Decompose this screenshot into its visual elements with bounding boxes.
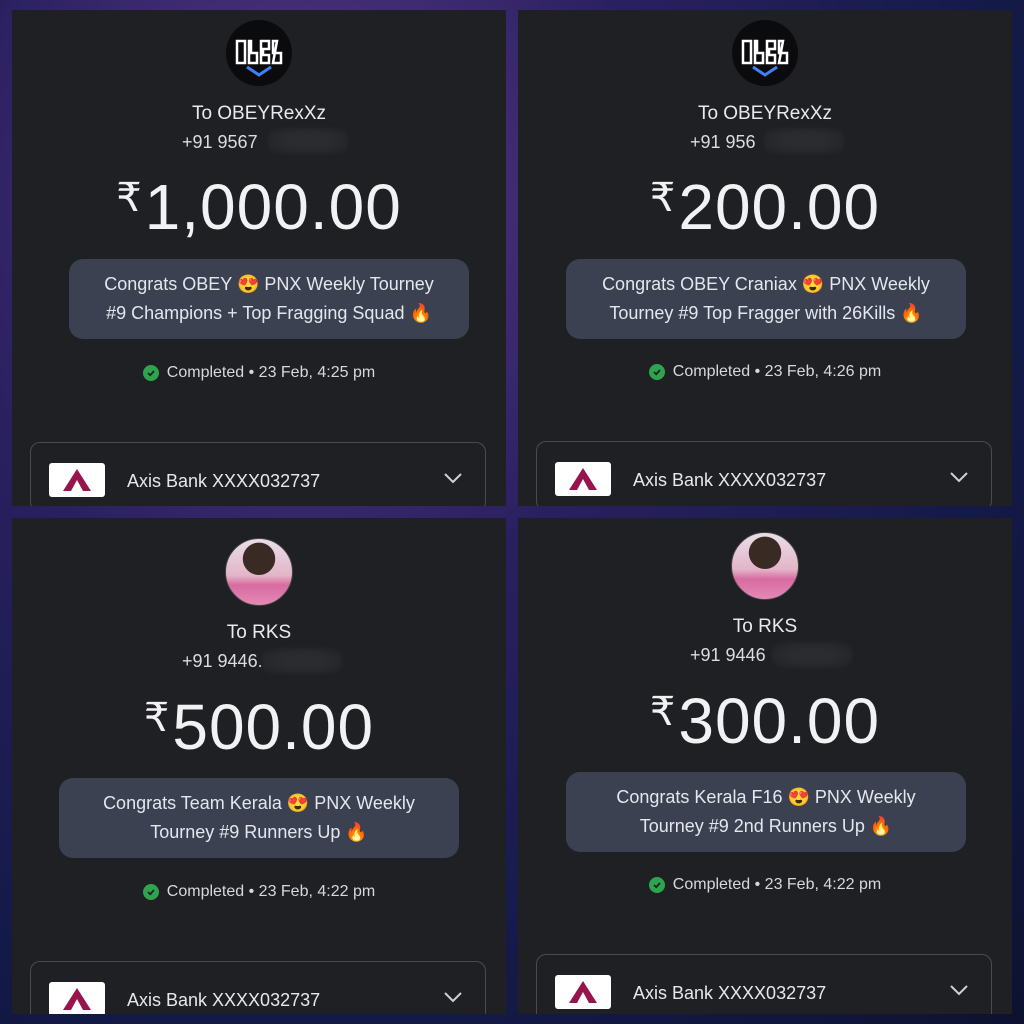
status-text: Completed • 23 Feb, 4:25 pm [166,364,376,381]
currency-symbol: ₹ [143,696,171,740]
axis-bank-logo-icon [555,462,611,496]
axis-bank-logo-icon [555,975,611,1009]
payment-panel-1: To OBEYRexXz +91 9567 ₹1,000.00 Congrats… [12,10,506,506]
redacted-area [772,642,852,668]
note-line-1: Congrats Team Kerala 😍 PNX Weekly [103,793,415,813]
amount: ₹500.00 [12,690,506,764]
bank-account-selector[interactable]: Axis Bank XXXX032737 [30,442,486,506]
recipient-name: To OBEYRexXz [191,103,327,124]
payment-note: Congrats OBEY Craniax 😍 PNX Weekly Tourne… [566,259,966,339]
check-circle-icon [142,365,159,381]
phone-number: +91 956 [690,132,756,152]
amount-value: 1,000.00 [144,171,402,243]
recipient-name: To RKS [226,622,292,643]
bank-account-label: Axis Bank XXXX032737 [633,470,827,490]
recipient-name: To OBEYRexXz [697,103,833,124]
payment-note: Congrats OBEY 😍 PNX Weekly Tourney #9 Cha… [69,259,469,339]
chevron-down-icon[interactable] [949,983,969,1002]
currency-symbol: ₹ [649,176,677,220]
chevron-down-icon[interactable] [443,990,463,1009]
profile-photo [225,538,293,606]
bank-account-selector[interactable]: Axis Bank XXXX032737 [536,954,992,1014]
amount: ₹1,000.00 [12,170,506,244]
amount: ₹200.00 [518,170,1012,244]
bank-account-label: Axis Bank XXXX032737 [127,990,321,1010]
chevron-down-icon[interactable] [443,471,463,490]
amount-value: 300.00 [678,685,881,757]
status-text: Completed • 23 Feb, 4:22 pm [166,883,376,900]
redacted-area [262,648,342,674]
status-text: Completed • 23 Feb, 4:22 pm [672,876,882,893]
payment-note: Congrats Kerala F16 😍 PNX Weekly Tourney … [566,772,966,852]
status-row: Completed • 23 Feb, 4:22 pm [12,883,506,901]
currency-symbol: ₹ [116,176,143,220]
note-line-1: Congrats OBEY Craniax 😍 PNX Weekly [602,274,930,294]
redacted-area [268,128,348,154]
axis-bank-logo-icon [49,463,105,497]
payment-note: Congrats Team Kerala 😍 PNX Weekly Tourney… [59,778,459,858]
redacted-area [764,128,844,154]
phone-number: +91 9567 [182,132,258,152]
bank-account-label: Axis Bank XXXX032737 [633,983,827,1003]
check-circle-icon [648,364,665,380]
phone-number: +91 9446 [690,645,766,665]
amount-value: 500.00 [172,691,375,763]
note-line-1: Congrats OBEY 😍 PNX Weekly Tourney [104,274,434,294]
payment-panel-4: To RKS +91 9446 ₹300.00 Congrats Kerala … [518,518,1012,1014]
bank-account-selector[interactable]: Axis Bank XXXX032737 [30,961,486,1014]
status-text: Completed • 23 Feb, 4:26 pm [672,363,882,380]
check-circle-icon [142,884,159,900]
payment-panel-2: To OBEYRexXz +91 956 ₹200.00 Congrats OB… [518,10,1012,506]
amount: ₹300.00 [518,684,1012,758]
check-circle-icon [648,877,665,893]
chevron-down-icon[interactable] [949,470,969,489]
profile-photo [731,532,799,600]
payment-panel-3: To RKS +91 9446. ₹500.00 Congrats Team K… [12,518,506,1014]
axis-bank-logo-icon [49,982,105,1014]
note-line-2: Tourney #9 Runners Up 🔥 [150,822,368,842]
bank-account-label: Axis Bank XXXX032737 [127,471,321,491]
note-line-1: Congrats Kerala F16 😍 PNX Weekly [616,787,916,807]
note-line-2: Tourney #9 2nd Runners Up 🔥 [639,816,893,836]
note-line-2: #9 Champions + Top Fragging Squad 🔥 [106,303,432,323]
status-row: Completed • 23 Feb, 4:25 pm [12,364,506,382]
phone-number: +91 9446. [182,651,263,671]
currency-symbol: ₹ [649,690,677,734]
obey-logo-icon [226,20,292,86]
recipient-name: To RKS [732,616,798,637]
bank-account-selector[interactable]: Axis Bank XXXX032737 [536,441,992,506]
note-line-2: Tourney #9 Top Fragger with 26Kills 🔥 [609,303,923,323]
obey-logo-icon [732,20,798,86]
amount-value: 200.00 [678,171,881,243]
status-row: Completed • 23 Feb, 4:22 pm [518,876,1012,894]
status-row: Completed • 23 Feb, 4:26 pm [518,363,1012,381]
